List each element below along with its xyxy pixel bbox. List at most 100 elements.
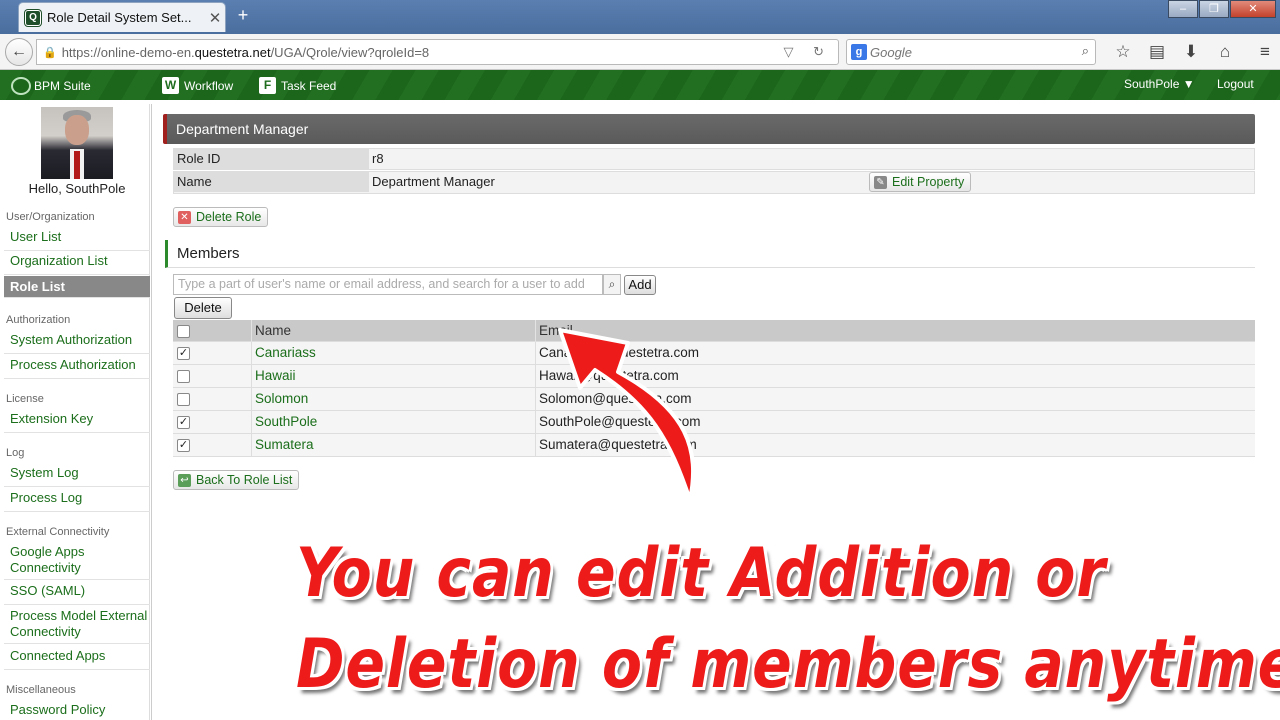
minimize-icon[interactable]: – — [1168, 0, 1198, 18]
section-user-organization: User/Organization — [6, 211, 95, 223]
sidebar-item-sso[interactable]: SSO (SAML) — [4, 583, 150, 605]
member-name-link[interactable]: Sumatera — [251, 434, 535, 456]
section-license: License — [6, 393, 44, 405]
browser-tab[interactable]: Q Role Detail System Set... ✕ — [18, 2, 226, 32]
new-tab-button[interactable]: + — [233, 5, 253, 26]
bpm-logo-icon — [11, 77, 31, 95]
select-all-cell — [173, 320, 250, 342]
annotation-line-1: You can edit Addition or — [296, 534, 1107, 613]
sidebar-item-role-list[interactable]: Role List — [4, 276, 150, 298]
sidebar-item-user-list[interactable]: User List — [4, 229, 150, 251]
member-email: Solomon@questetra.com — [535, 388, 1255, 410]
app-logo[interactable]: BPM Suite — [11, 77, 91, 95]
user-menu[interactable]: SouthPole ▼ — [1124, 77, 1195, 91]
member-name-link[interactable]: Hawaii — [251, 365, 535, 387]
address-bar[interactable]: 🔒 https://online-demo-en. questetra.net/U… — [36, 39, 839, 65]
close-window-icon[interactable]: ✕ — [1230, 0, 1276, 18]
delete-role-button[interactable]: ✕ Delete Role — [173, 207, 269, 227]
download-icon[interactable]: ⬇ — [1174, 42, 1208, 62]
member-email: Sumatera@questetra.com — [535, 434, 1255, 456]
sidebar: Hello, SouthPole User/Organization User … — [4, 104, 150, 720]
row-checkbox[interactable]: ✓ — [177, 347, 190, 360]
member-email: Hawaii@questetra.com — [535, 365, 1255, 387]
member-email: SouthPole@questetra.com — [535, 411, 1255, 433]
sidebar-item-password-policy[interactable]: Password Policy — [4, 702, 150, 720]
search-icon[interactable]: ⌕ — [1082, 43, 1089, 59]
reading-list-icon[interactable]: ▤ — [1140, 42, 1174, 62]
table-row: ✓ Canariass Canariass@questetra.com — [173, 342, 1255, 365]
row-checkbox[interactable]: ✓ — [177, 439, 190, 452]
tab-title: Role Detail System Set... — [47, 10, 192, 25]
delete-icon: ✕ — [178, 210, 191, 224]
greeting: Hello, SouthPole — [28, 181, 126, 196]
table-row: Hawaii Hawaii@questetra.com — [173, 365, 1255, 388]
back-to-role-list-button[interactable]: ↩ Back To Role List — [173, 470, 300, 490]
row-checkbox[interactable] — [177, 393, 190, 406]
select-all-checkbox[interactable] — [177, 325, 190, 338]
app-favicon-icon: Q — [25, 9, 41, 26]
app-header: BPM Suite W Workflow F Task Feed SouthPo… — [0, 70, 1280, 100]
member-email: Canariass@questetra.com — [535, 342, 1255, 364]
row-checkbox[interactable] — [177, 370, 190, 383]
lock-icon: 🔒 — [43, 46, 57, 59]
add-member-button[interactable]: Add — [624, 275, 656, 295]
role-name-label: Name — [174, 172, 369, 192]
sidebar-item-connected-apps[interactable]: Connected Apps — [4, 648, 150, 670]
process-model-label: Process Model External — [10, 608, 148, 623]
members-heading: Members — [165, 240, 1255, 268]
nav-task-feed[interactable]: F Task Feed — [259, 77, 336, 94]
google-icon: g — [851, 44, 867, 60]
member-search-input[interactable]: Type a part of user's name or email addr… — [173, 274, 603, 295]
table-row: ✓ Sumatera Sumatera@questetra.com — [173, 434, 1255, 457]
logout-link[interactable]: Logout — [1217, 77, 1254, 91]
browser-tab-bar: Q Role Detail System Set... ✕ + – ❐ ✕ — [0, 0, 1280, 34]
member-name-link[interactable]: SouthPole — [251, 411, 535, 433]
column-email[interactable]: Email — [535, 320, 1255, 342]
app-logo-text: BPM Suite — [34, 79, 91, 93]
sidebar-item-process-model-external[interactable]: Process Model External Connectivity — [4, 608, 150, 644]
maximize-icon[interactable]: ❐ — [1199, 0, 1229, 18]
members-table: Name Email ✓ Canariass Canariass@questet… — [173, 320, 1255, 457]
task-feed-icon: F — [259, 77, 276, 94]
browser-search-input[interactable]: g Google ⌕ — [846, 39, 1096, 65]
nav-workflow[interactable]: W Workflow — [162, 77, 233, 94]
browser-toolbar: ☆ ▤ ⬇ ⌂ ≡ — [1106, 42, 1280, 62]
section-authorization: Authorization — [6, 314, 71, 326]
role-name-row: Name Department Manager ✎ Edit Property — [173, 171, 1255, 194]
sidebar-item-organization-list[interactable]: Organization List — [4, 253, 150, 275]
role-id-row: Role ID r8 — [173, 148, 1255, 170]
back-arrow-icon[interactable]: ← — [5, 38, 33, 66]
column-name[interactable]: Name — [251, 320, 535, 342]
edit-property-button[interactable]: ✎ Edit Property — [869, 172, 972, 192]
home-icon[interactable]: ⌂ — [1208, 42, 1242, 62]
annotation-line-2: Deletion of members anytime — [296, 625, 1280, 704]
delete-members-button[interactable]: Delete — [174, 297, 232, 319]
role-id-value: r8 — [372, 151, 384, 166]
table-row: Solomon Solomon@questetra.com — [173, 388, 1255, 411]
sidebar-item-process-log[interactable]: Process Log — [4, 490, 150, 512]
search-engine-placeholder: Google — [870, 44, 912, 60]
bookmark-star-icon[interactable]: ☆ — [1106, 42, 1140, 62]
role-name-value: Department Manager — [372, 174, 495, 189]
menu-icon[interactable]: ≡ — [1248, 42, 1280, 62]
back-icon: ↩ — [178, 473, 191, 487]
process-model-label-2: Connectivity — [10, 624, 81, 639]
member-search-icon[interactable]: ⌕ — [603, 274, 621, 295]
table-row: ✓ SouthPole SouthPole@questetra.com — [173, 411, 1255, 434]
sidebar-item-extension-key[interactable]: Extension Key — [4, 411, 150, 433]
section-miscellaneous: Miscellaneous — [6, 684, 76, 696]
row-checkbox[interactable]: ✓ — [177, 416, 190, 429]
member-name-link[interactable]: Solomon — [251, 388, 535, 410]
edit-icon: ✎ — [874, 175, 887, 189]
table-header: Name Email — [173, 320, 1255, 342]
reload-icon[interactable]: ▽ ↻ — [783, 44, 832, 60]
sidebar-item-process-authorization[interactable]: Process Authorization — [4, 357, 150, 379]
sidebar-item-system-authorization[interactable]: System Authorization — [4, 332, 150, 354]
sidebar-item-system-log[interactable]: System Log — [4, 465, 150, 487]
avatar — [41, 107, 113, 179]
section-external-connectivity: External Connectivity — [6, 526, 110, 538]
close-tab-icon[interactable]: ✕ — [205, 9, 225, 27]
sidebar-item-google-apps[interactable]: Google Apps Connectivity — [4, 544, 150, 580]
logout-label: Logout — [1217, 77, 1254, 91]
member-name-link[interactable]: Canariass — [251, 342, 535, 364]
